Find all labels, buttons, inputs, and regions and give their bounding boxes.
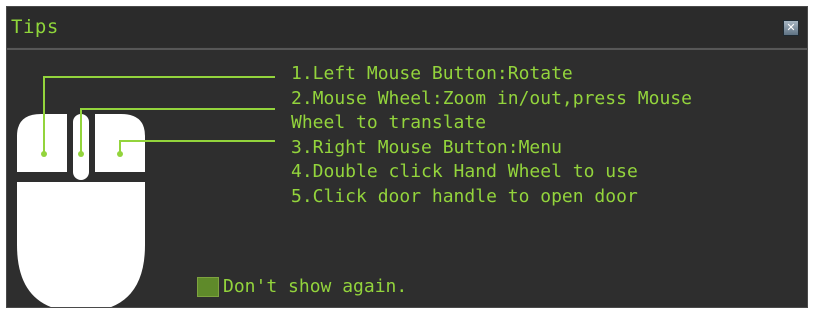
close-icon: ✕ [786, 21, 796, 34]
close-button[interactable]: ✕ [783, 20, 799, 36]
dont-show-again-option[interactable]: Don't show again. [197, 276, 407, 297]
tip-line: 5.Click door handle to open door [291, 185, 638, 207]
dont-show-label: Don't show again. [223, 276, 408, 297]
tip-line: 1.Left Mouse Button:Rotate [291, 63, 573, 84]
tip-line: 2.Mouse Wheel:Zoom in/out,press Mouse [291, 87, 692, 109]
dont-show-checkbox[interactable] [197, 276, 219, 297]
tip-line: Wheel to translate [291, 112, 487, 133]
tips-content: 1.Left Mouse Button:Rotate 2.Mouse Wheel… [7, 50, 807, 307]
mouse-diagram-icon [17, 76, 275, 307]
tips-list: 1.Left Mouse Button:Rotate 2.Mouse Wheel… [291, 62, 692, 209]
tip-line: 3.Right Mouse Button:Menu [291, 136, 562, 158]
title-bar[interactable]: Tips ✕ [7, 7, 807, 47]
dialog-title: Tips [11, 16, 59, 38]
tip-line: 4.Double click Hand Wheel to use [291, 161, 638, 182]
mouse-body [17, 182, 145, 307]
tips-dialog: Tips ✕ 1.Left Mouse Button:Rotate 2.Mous… [6, 6, 808, 308]
left-mouse-button [17, 114, 67, 172]
